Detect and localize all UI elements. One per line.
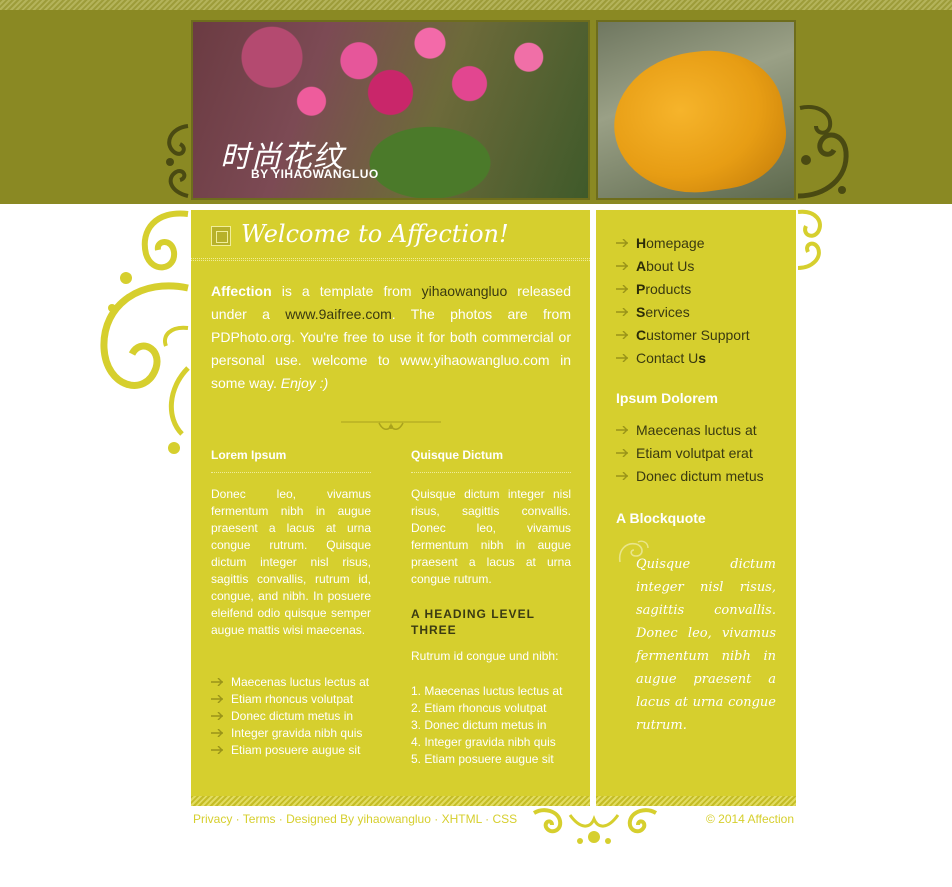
footer-separator: · [430,812,442,826]
welcome-ornament-icon [211,226,231,246]
page: 时尚花纹 BY YIHAOWANGLUO Welcome to Affectio… [0,0,952,887]
lorem-ipsum-list: Maecenas luctus lectus at Etiam rhoncus … [211,674,371,759]
arrow-bullet-icon [211,712,223,720]
arrow-bullet-icon [616,262,628,270]
welcome-divider [191,258,590,261]
header-swirl-right-icon [797,105,849,199]
list-item: 3. Donec dictum metus in [411,718,547,732]
list-item[interactable]: Donec dictum metus [616,465,764,488]
banner-butterfly-photo [596,20,796,200]
footer-link-terms[interactable]: Terms [243,812,276,826]
main-navigation: Homepage About Us Products Services Cust… [616,232,750,370]
body-swirl-right-icon [797,209,822,270]
arrow-bullet-icon [211,729,223,737]
arrow-bullet-icon [616,331,628,339]
arrow-bullet-icon [616,308,628,316]
site-subtitle: BY YIHAOWANGLUO [251,167,379,181]
intro-brand: Affection [211,283,272,299]
heading-level-three: A HEADING LEVEL THREE [411,607,535,637]
quisque-dictum-divider [411,472,571,474]
footer-link-privacy[interactable]: Privacy [193,812,232,826]
intro-enjoy: Enjoy :) [280,375,329,391]
header-stripe-pattern [0,0,952,10]
arrow-bullet-icon [211,746,223,754]
nav-item-customer-support[interactable]: Customer Support [616,324,750,347]
arrow-bullet-icon [616,354,628,362]
quisque-dictum-paragraph: Quisque dictum integer nisl risus, sagit… [411,487,571,586]
arrow-bullet-icon [616,449,628,457]
welcome-heading: Welcome to Affection! [241,220,509,248]
sidebar: Homepage About Us Products Services Cust… [596,210,796,806]
quisque-dictum-heading: Quisque Dictum [411,448,504,462]
list-item: 2. Etiam rhoncus volutpat [411,701,547,715]
ipsum-dolorem-heading: Ipsum Dolorem [616,390,718,406]
list-item: Donec dictum metus in [211,708,371,725]
footer-link-xhtml[interactable]: XHTML [442,812,482,826]
intro-link-site[interactable]: www.9aifree.com [285,306,392,322]
list-item: 1. Maecenas luctus lectus at [411,684,563,698]
footer-swirl-ornament-icon [532,808,658,844]
list-item: 4. Integer gravida nibh quis [411,735,556,749]
lorem-ipsum-heading: Lorem Ipsum [211,448,287,462]
nav-item-contact-us[interactable]: Contact Us [616,347,750,370]
ipsum-dolorem-list: Maecenas luctus at Etiam volutpat erat D… [616,419,764,488]
nav-item-homepage[interactable]: Homepage [616,232,750,255]
blockquote-text: Quisque dictum integer nisl risus, sagit… [636,557,776,733]
list-item: Etiam rhoncus volutpat [211,691,371,708]
lorem-ipsum-paragraph: Donec leo, vivamus fermentum nibh in aug… [211,487,371,637]
footer-link-css[interactable]: CSS [492,812,517,826]
body-swirl-left-icon [100,210,190,454]
arrow-bullet-icon [616,472,628,480]
list-item[interactable]: Maecenas luctus at [616,419,764,442]
list-item: 5. Etiam posuere augue sit [411,752,554,766]
list-item[interactable]: Etiam volutpat erat [616,442,764,465]
arrow-bullet-icon [616,239,628,247]
footer-separator: · [232,812,243,826]
ordered-list-intro: Rutrum id congue und nibh: [411,649,559,663]
lorem-ipsum-divider [211,472,371,474]
nav-item-about-us[interactable]: About Us [616,255,750,278]
nav-item-services[interactable]: Services [616,301,750,324]
list-item: Etiam posuere augue sit [211,742,371,759]
blockquote-heading: A Blockquote [616,510,706,526]
section-divider-ornament-icon [341,421,441,430]
numbered-list: 1. Maecenas luctus lectus at 2. Etiam rh… [411,683,581,768]
list-item: Maecenas luctus lectus at [211,674,371,691]
intro-link-author[interactable]: yihaowangluo [422,283,508,299]
arrow-bullet-icon [616,285,628,293]
header-swirl-left-icon [166,124,189,198]
copyright: © 2014 Affection [705,812,794,826]
list-item: Integer gravida nibh quis [211,725,371,742]
footer-separator: · [481,812,493,826]
nav-item-products[interactable]: Products [616,278,750,301]
footer-separator: · [275,812,287,826]
footer-links: Privacy · Terms · Designed By yihaowangl… [193,812,517,826]
intro-text-1: is a template from [271,283,422,299]
intro-paragraph: Affection is a template from yihaowanglu… [211,280,571,395]
arrow-bullet-icon [211,678,223,686]
main-content: Welcome to Affection! Affection is a tem… [191,210,590,806]
arrow-bullet-icon [211,695,223,703]
butterfly-wing-shape [605,40,793,198]
arrow-bullet-icon [616,426,628,434]
footer-link-designer[interactable]: Designed By yihaowangluo [286,812,431,826]
